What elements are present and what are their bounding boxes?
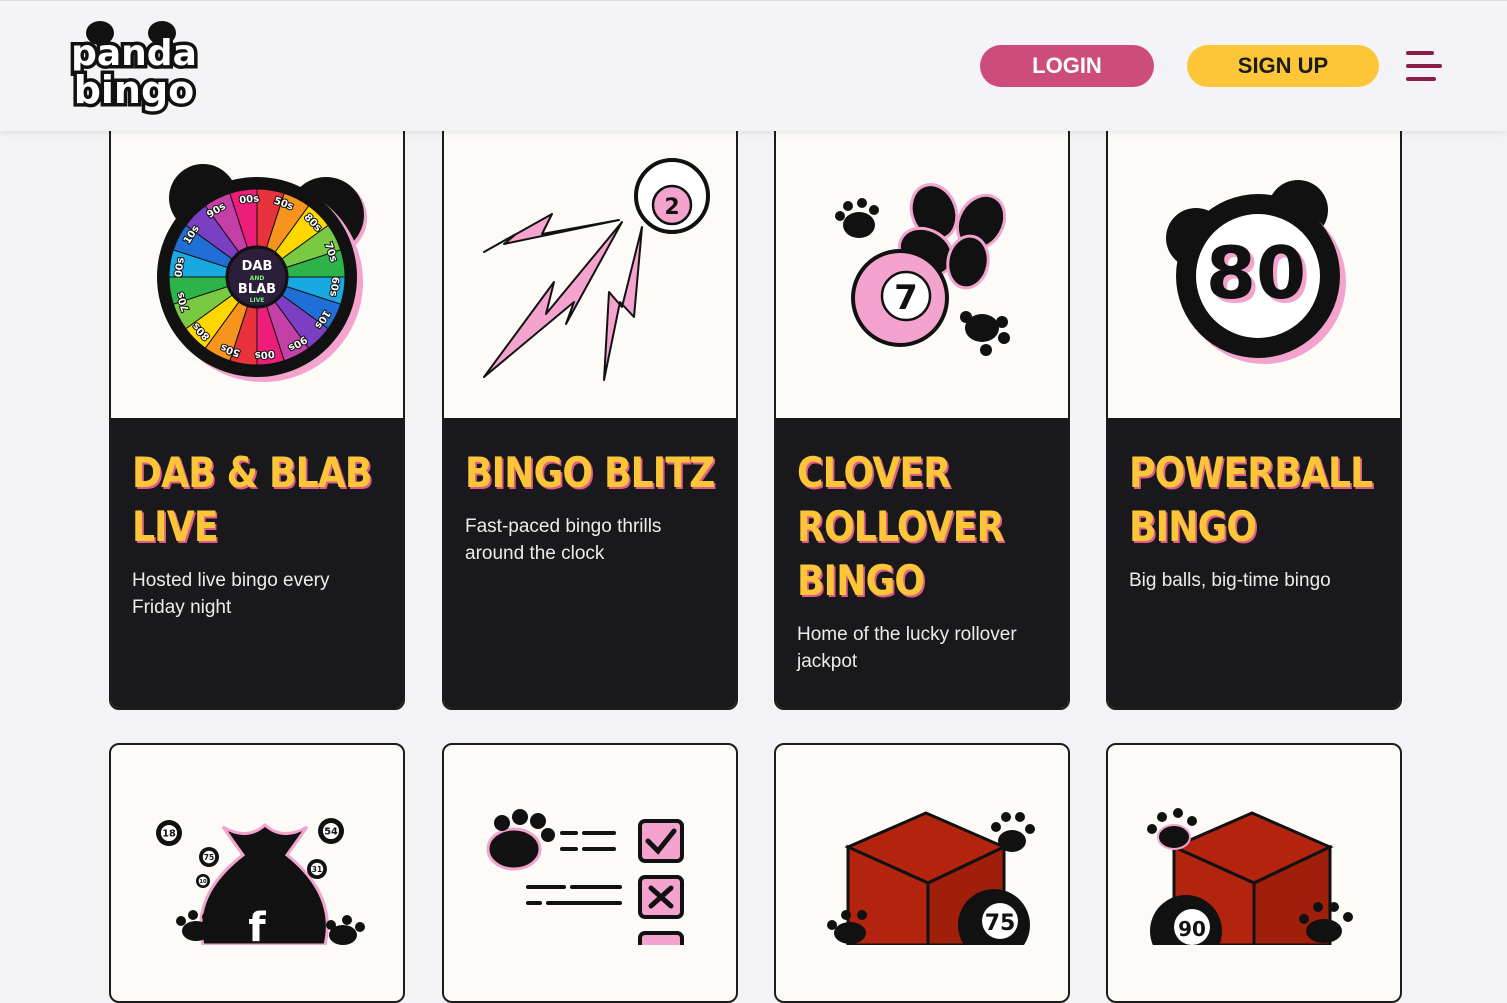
game-card-box-90[interactable]: 90: [1106, 743, 1402, 1003]
bingo-ball-number: 18: [162, 829, 176, 840]
svg-text:DAB: DAB: [242, 259, 273, 274]
game-card-info: CLOVER ROLLOVER BINGO Home of the lucky …: [776, 418, 1068, 708]
lightning-ball-illustration: 2: [444, 102, 736, 418]
game-card-checklist[interactable]: [442, 743, 738, 1003]
bingo-ball-number: 10: [199, 879, 207, 885]
panda-ball-illustration: 80 80: [1108, 102, 1400, 418]
svg-text:2: 2: [664, 195, 679, 220]
svg-text:bingo: bingo: [74, 68, 195, 112]
game-description: Hosted live bingo every Friday night: [132, 570, 330, 618]
clover-ball-illustration: 7: [776, 102, 1068, 418]
svg-text:90: 90: [1178, 917, 1206, 941]
game-title: BINGO BLITZ: [465, 448, 715, 497]
svg-text:AND: AND: [250, 275, 265, 282]
checklist-illustration: [444, 745, 736, 975]
svg-text:BLAB: BLAB: [238, 282, 276, 297]
wheel-label: 00s: [254, 348, 275, 361]
game-card-dab-blab-live[interactable]: DAB AND BLAB LIVE 50s 80s 70s 60s 10s 90s 00s 5…: [109, 100, 405, 710]
svg-text:7: 7: [894, 278, 918, 318]
game-title: POWERBALL BINGO: [1129, 448, 1373, 551]
game-card-bingo-blitz[interactable]: 2 BINGO BLITZ Fast-paced bingo thrills a…: [442, 100, 738, 710]
svg-text:f: f: [248, 905, 266, 945]
panda-bingo-logo[interactable]: panda bingo: [62, 19, 207, 117]
money-bag-illustration: f 18 75 54 31 10: [111, 745, 403, 951]
game-card-bonus-bag[interactable]: f 18 75 54 31 10: [109, 743, 405, 1003]
signup-button[interactable]: SIGN UP: [1187, 45, 1379, 87]
game-title: DAB & BLAB LIVE: [132, 448, 372, 551]
paw-print-icon: [835, 198, 879, 238]
game-card-powerball-bingo[interactable]: 80 80 POWERBALL BINGO Big balls, big-tim…: [1106, 100, 1402, 710]
svg-text:LIVE: LIVE: [250, 297, 265, 304]
game-title: CLOVER ROLLOVER BINGO: [797, 448, 1004, 605]
game-description: Fast-paced bingo thrills around the cloc…: [465, 516, 662, 564]
game-card-clover-rollover[interactable]: 7 CLOVER ROLLOVER BINGO Home of the luck…: [774, 100, 1070, 710]
game-card-box-75[interactable]: 75: [774, 743, 1070, 1003]
game-card-info: BINGO BLITZ Fast-paced bingo thrills aro…: [444, 418, 736, 708]
game-card-info: POWERBALL BINGO Big balls, big-time bing…: [1108, 418, 1400, 708]
bingo-ball-number: 54: [324, 827, 338, 838]
game-description: Big balls, big-time bingo: [1129, 570, 1331, 591]
login-button[interactable]: LOGIN: [980, 45, 1154, 87]
svg-text:80: 80: [1206, 231, 1306, 315]
hamburger-menu-icon[interactable]: [1406, 51, 1442, 83]
wheel-label: 00s: [239, 193, 260, 206]
bingo-ball-number: 75: [204, 853, 214, 862]
game-card-info: DAB & BLAB LIVE Hosted live bingo every …: [111, 418, 403, 708]
svg-text:75: 75: [985, 911, 1016, 936]
dab-blab-wheel-illustration: DAB AND BLAB LIVE 50s 80s 70s 60s 10s 90s 00s 5…: [111, 102, 403, 418]
game-description: Home of the lucky rollover jackpot: [797, 624, 1017, 672]
paw-print-icon: [486, 809, 555, 871]
paw-print-icon: [960, 311, 1010, 356]
box-90-illustration: 90: [1108, 745, 1400, 967]
box-75-illustration: 75: [776, 745, 1068, 961]
bingo-ball-number: 31: [312, 865, 322, 874]
site-header: panda bingo LOGIN SIGN UP: [0, 0, 1507, 131]
